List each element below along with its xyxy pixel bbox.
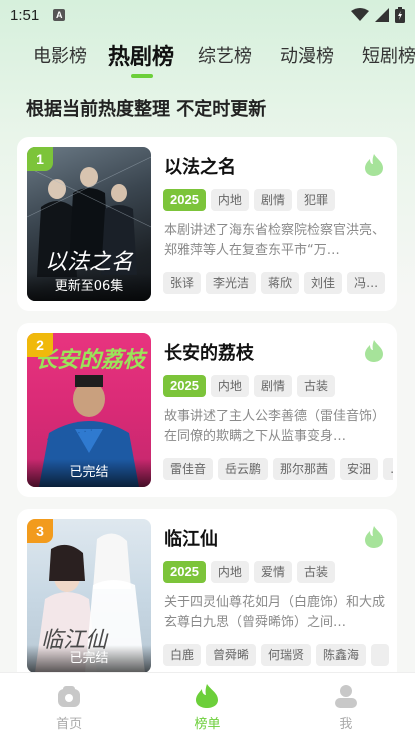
nav-ranking-label: 榜单 — [194, 717, 221, 732]
category-tabs: 电影榜 热剧榜 综艺榜 动漫榜 短剧榜 — [0, 38, 415, 82]
cast-row: 雷佳音 岳云鹏 那尔那茜 安沺 … — [163, 458, 393, 480]
cast-tag: 冯… — [347, 272, 386, 294]
cast-tag: 张译 — [163, 272, 202, 294]
genre-tag: 剧情 — [253, 189, 292, 211]
flame-icon — [196, 684, 219, 708]
cast-tag: 那尔那茜 — [273, 458, 336, 480]
poster-caption: 已完结 — [27, 459, 151, 487]
status-bar: 1:51 A — [0, 0, 415, 30]
tag-row: 2025 内地 爱情 古装 — [163, 561, 335, 583]
active-tab-indicator — [131, 74, 153, 78]
tab-variety[interactable]: 综艺榜 — [198, 42, 252, 68]
cast-tag — [371, 644, 390, 666]
nav-me[interactable]: 我 — [277, 673, 415, 737]
genre-tag: 古装 — [296, 561, 335, 583]
cast-row: 白鹿 曾舜晞 何瑞贤 陈鑫海 — [163, 644, 393, 666]
region-tag: 内地 — [210, 375, 249, 397]
person-icon — [334, 685, 357, 708]
nav-home[interactable]: 首页 — [0, 673, 138, 737]
genre-tag: 爱情 — [253, 561, 292, 583]
region-tag: 内地 — [210, 189, 249, 211]
card-title[interactable]: 长安的荔枝 — [164, 339, 254, 365]
cast-tag: 蒋欣 — [261, 272, 300, 294]
tab-movies[interactable]: 电影榜 — [33, 42, 87, 68]
poster-caption: 已完结 — [27, 645, 151, 672]
nav-me-label: 我 — [339, 717, 353, 732]
tab-anime[interactable]: 动漫榜 — [280, 42, 334, 68]
year-tag: 2025 — [163, 561, 206, 583]
cast-tag: 白鹿 — [163, 644, 202, 666]
flame-icon — [365, 340, 383, 362]
region-tag: 内地 — [210, 561, 249, 583]
ranking-card[interactable]: 以法之名 更新至06集 1 以法之名 2025 内地 剧情 犯罪 本剧讲述了海东… — [17, 137, 397, 311]
bottom-nav: 首页 榜单 我 — [0, 672, 415, 737]
ranking-list[interactable]: 以法之名 更新至06集 1 以法之名 2025 内地 剧情 犯罪 本剧讲述了海东… — [17, 137, 397, 672]
status-time: 1:51 — [10, 6, 40, 24]
notification-icon: A — [53, 9, 66, 21]
rank-badge: 3 — [27, 519, 53, 543]
signal-icon — [375, 8, 389, 22]
poster-title-art: 以法之名 — [45, 250, 134, 275]
tag-row: 2025 内地 剧情 犯罪 — [163, 189, 335, 211]
cast-tag: 陈鑫海 — [316, 644, 367, 666]
card-description: 关于四灵仙尊花如月（白鹿饰）和大成玄尊白九思（曾舜晞饰）之间… — [164, 595, 386, 630]
nav-home-label: 首页 — [56, 717, 83, 732]
tag-row: 2025 内地 剧情 古装 — [163, 375, 335, 397]
rank-badge: 2 — [27, 333, 53, 357]
cast-tag: 曾舜晞 — [206, 644, 257, 666]
ranking-card[interactable]: 长安的荔枝 · · · · · · · · 已完结 2 长安的荔枝 2025 内… — [17, 323, 397, 497]
nav-ranking[interactable]: 榜单 — [138, 673, 276, 737]
cast-tag: … — [383, 458, 393, 480]
cast-tag: 刘佳 — [304, 272, 343, 294]
flame-icon — [365, 154, 383, 176]
card-title[interactable]: 临江仙 — [164, 525, 218, 551]
flame-icon — [365, 526, 383, 548]
tab-tv-series[interactable]: 热剧榜 — [108, 39, 174, 71]
year-tag: 2025 — [163, 189, 206, 211]
genre-tag: 犯罪 — [296, 189, 335, 211]
home-icon — [58, 686, 81, 707]
cast-tag: 何瑞贤 — [261, 644, 312, 666]
wifi-icon — [351, 8, 369, 21]
cast-row: 张译 李光洁 蒋欣 刘佳 冯… — [163, 272, 393, 294]
card-description: 故事讲述了主人公李善德（雷佳音饰）在同僚的欺瞒之下从监事变身… — [164, 409, 386, 444]
cast-tag: 岳云鹏 — [218, 458, 269, 480]
year-tag: 2025 — [163, 375, 206, 397]
tab-short-drama[interactable]: 短剧榜 — [362, 42, 415, 68]
battery-icon — [395, 7, 405, 23]
genre-tag: 古装 — [296, 375, 335, 397]
page-subtitle: 根据当前热度整理 不定时更新 — [26, 99, 267, 120]
genre-tag: 剧情 — [253, 375, 292, 397]
rank-badge: 1 — [27, 147, 53, 171]
cast-tag: 雷佳音 — [163, 458, 214, 480]
cast-tag: 李光洁 — [206, 272, 257, 294]
ranking-card[interactable]: 临江仙 已完结 3 临江仙 2025 内地 爱情 古装 关于四灵仙尊花如月（白鹿… — [17, 509, 397, 672]
card-title[interactable]: 以法之名 — [164, 153, 236, 179]
cast-tag: 安沺 — [340, 458, 379, 480]
card-description: 本剧讲述了海东省检察院检察官洪亮、郑雅萍等人在复查东平市“万… — [164, 223, 386, 258]
poster-caption: 更新至06集 — [27, 273, 151, 301]
